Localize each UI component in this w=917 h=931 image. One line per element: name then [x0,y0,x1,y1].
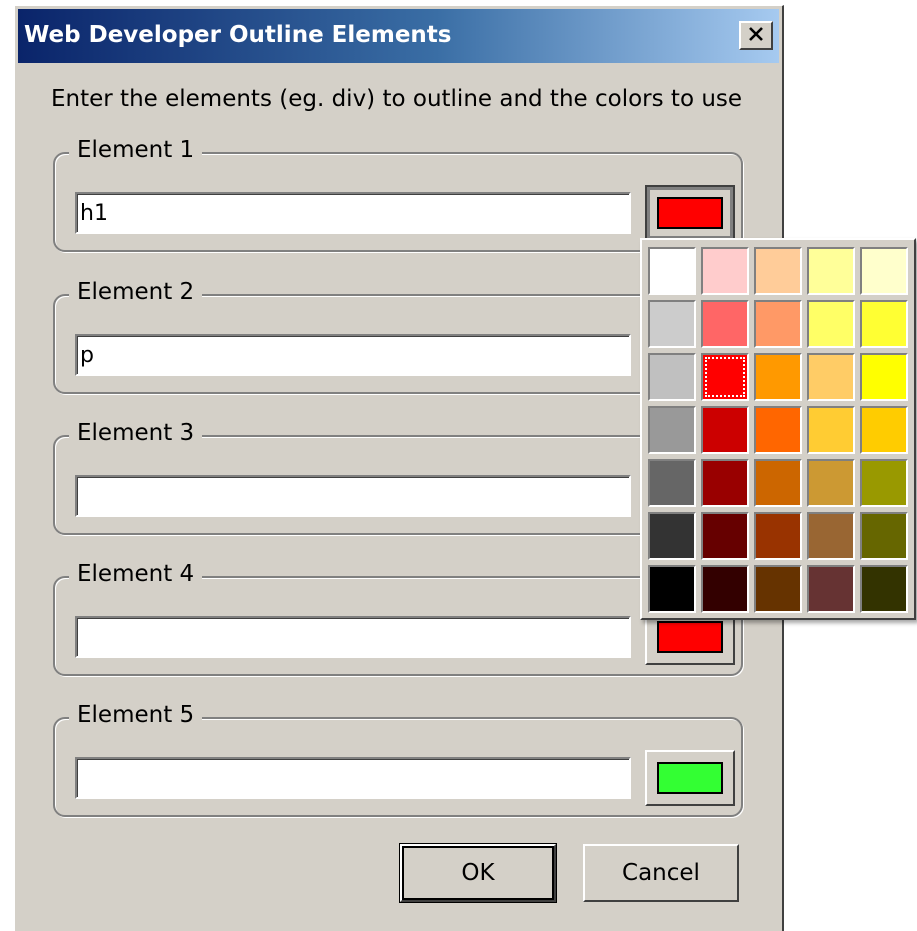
palette-swatch[interactable] [860,406,908,454]
palette-swatch[interactable] [754,406,802,454]
palette-swatch[interactable] [648,247,696,295]
palette-swatch[interactable] [807,459,855,507]
element-5-input[interactable] [75,757,631,799]
element-1-input[interactable] [75,192,631,234]
palette-swatch[interactable] [754,300,802,348]
color-palette-popup [640,238,916,620]
window-title: Web Developer Outline Elements [24,22,452,48]
palette-swatch[interactable] [860,247,908,295]
element-2-input[interactable] [75,334,631,376]
element-3-label: Element 3 [69,420,203,446]
palette-swatch[interactable] [701,300,749,348]
element-5-label: Element 5 [69,702,203,728]
palette-swatch[interactable] [701,565,749,613]
palette-swatch[interactable] [648,300,696,348]
palette-swatch[interactable] [807,247,855,295]
element-5-group: Element 5 [53,702,743,817]
palette-swatch[interactable] [860,565,908,613]
palette-swatch[interactable] [701,406,749,454]
cancel-button[interactable]: Cancel [583,844,739,902]
palette-swatch[interactable] [754,459,802,507]
element-2-label: Element 2 [69,279,203,305]
element-5-color-button[interactable] [645,750,735,806]
palette-swatch-selected[interactable] [701,353,749,401]
palette-swatch[interactable] [754,247,802,295]
palette-swatch[interactable] [807,512,855,560]
palette-swatch[interactable] [648,512,696,560]
instruction-text: Enter the elements (eg. div) to outline … [51,86,743,112]
palette-swatch[interactable] [860,300,908,348]
close-button[interactable] [739,21,773,50]
palette-swatch[interactable] [648,353,696,401]
palette-swatch[interactable] [754,512,802,560]
title-bar[interactable]: Web Developer Outline Elements [18,9,779,63]
element-1-color-button[interactable] [645,185,735,241]
element-3-input[interactable] [75,475,631,517]
element-4-label: Element 4 [69,561,203,587]
palette-swatch[interactable] [807,353,855,401]
palette-swatch[interactable] [648,565,696,613]
palette-swatch[interactable] [860,512,908,560]
ok-button[interactable]: OK [400,844,556,902]
palette-swatch[interactable] [648,406,696,454]
close-icon [748,25,764,47]
palette-swatch[interactable] [701,459,749,507]
palette-swatch[interactable] [754,353,802,401]
element-4-color-swatch [657,621,723,653]
element-4-input[interactable] [75,616,631,658]
palette-swatch[interactable] [860,459,908,507]
element-1-color-swatch [657,197,723,229]
palette-swatch[interactable] [648,459,696,507]
palette-swatch[interactable] [754,565,802,613]
element-1-group: Element 1 [53,137,743,252]
palette-swatch[interactable] [701,247,749,295]
element-5-color-swatch [657,762,723,794]
palette-swatch[interactable] [860,353,908,401]
palette-swatch[interactable] [807,300,855,348]
element-1-label: Element 1 [69,137,203,163]
palette-swatch[interactable] [807,565,855,613]
palette-swatch[interactable] [807,406,855,454]
palette-swatch[interactable] [701,512,749,560]
